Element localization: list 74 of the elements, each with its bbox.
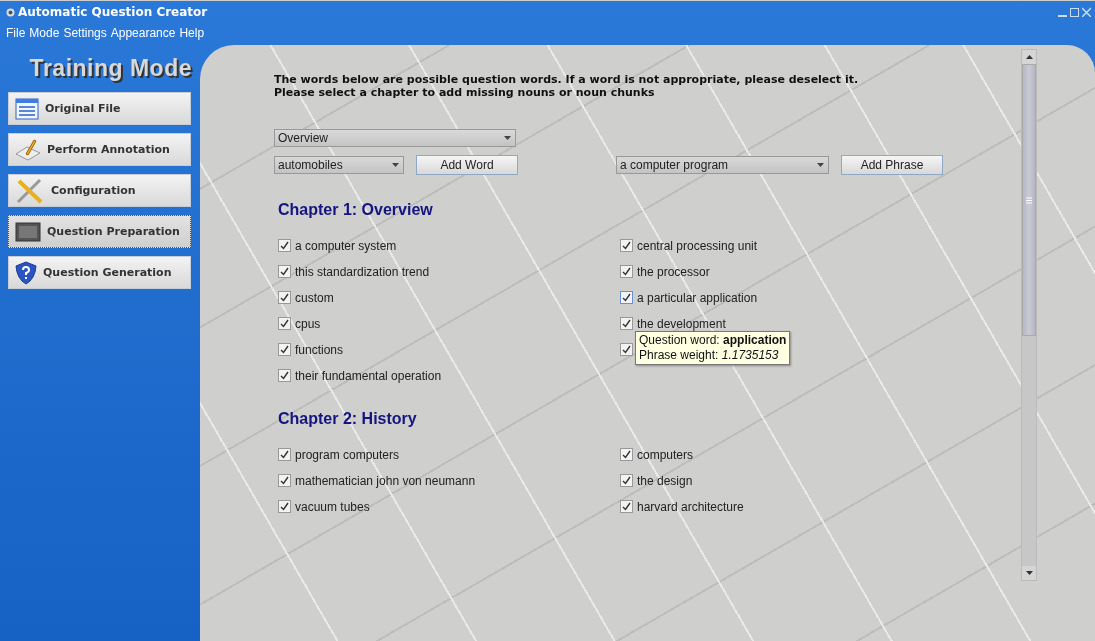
checkbox[interactable] (278, 265, 291, 278)
caret-icon (504, 136, 511, 140)
checkbox[interactable] (278, 239, 291, 252)
word-label: the processor (637, 264, 710, 279)
maximize-icon[interactable] (1070, 7, 1079, 17)
tooltip-line: Phrase weight: 1.1735153 (639, 348, 780, 363)
down-arrow-icon (1025, 571, 1033, 575)
checkbox[interactable] (620, 448, 633, 461)
pen-on-paper-icon (15, 137, 41, 162)
word-dropdown[interactable]: automobiles (274, 156, 404, 174)
word-label: harvard architecture (637, 499, 744, 514)
close-icon[interactable] (1082, 7, 1091, 17)
phrase-dropdown[interactable]: a computer program (616, 156, 829, 174)
monitor-icon (15, 221, 41, 242)
word-label: cpus (295, 316, 321, 331)
word-label: central processing unit (637, 238, 758, 253)
checkbox[interactable] (620, 474, 633, 487)
help-shield-icon (15, 260, 37, 285)
chapter-heading: Chapter 1: Overview (278, 201, 434, 219)
word-label: the development (637, 316, 726, 331)
word-label: this standardization trend (295, 264, 430, 279)
add-phrase-button[interactable]: Add Phrase (841, 155, 943, 175)
menu-item[interactable]: File (6, 26, 26, 40)
chapter-heading: Chapter 2: History (278, 410, 418, 428)
word-label: custom (295, 290, 334, 305)
checkbox[interactable] (278, 448, 291, 461)
word-label: program computers (295, 447, 400, 462)
word-label: a particular application (637, 290, 758, 305)
window-title: Automatic Question Creator (18, 5, 208, 19)
word-label: mathematician john von neumann (295, 473, 476, 488)
caret-icon (817, 163, 824, 167)
checkbox[interactable] (278, 291, 291, 304)
checkbox[interactable] (620, 500, 633, 513)
tools-icon (15, 177, 45, 204)
nav-button[interactable]: Perform Annotation (8, 133, 191, 166)
checkbox[interactable] (278, 343, 291, 356)
mode-title: Training Mode (28, 54, 193, 83)
nav-button[interactable]: Question Preparation (8, 215, 191, 248)
list-icon (15, 96, 39, 121)
word-label: the design (637, 473, 693, 488)
tooltip-line: Question word: application (639, 333, 787, 348)
checkbox[interactable] (278, 317, 291, 330)
instruction-text: The words below are possible question words. If a word is not appropriate, please deselect it. (274, 73, 860, 86)
scroll-down-button[interactable] (1022, 566, 1036, 580)
scrollbar[interactable] (1021, 49, 1037, 581)
word-label: functions (295, 342, 344, 357)
up-arrow-icon (1025, 55, 1033, 59)
checkbox[interactable] (278, 369, 291, 382)
checkbox[interactable] (620, 239, 633, 252)
grip-icon (1026, 196, 1032, 204)
checkbox[interactable] (620, 265, 633, 278)
add-word-button[interactable]: Add Word (416, 155, 518, 175)
nav-button[interactable]: Configuration (8, 174, 191, 207)
nav-button[interactable]: Original File (8, 92, 191, 125)
scroll-thumb[interactable] (1022, 64, 1036, 336)
checkbox[interactable] (620, 317, 633, 330)
chapter-dropdown[interactable]: Overview (274, 129, 516, 147)
checkbox[interactable] (620, 343, 633, 356)
nav-button[interactable]: Question Generation (8, 256, 191, 289)
word-label: their fundamental operation (295, 368, 442, 383)
scroll-up-button[interactable] (1022, 50, 1036, 64)
menu-item[interactable]: Settings (63, 26, 107, 40)
app-icon (6, 7, 15, 17)
word-label: a computer system (295, 238, 397, 253)
checkbox[interactable] (620, 291, 633, 304)
menu-item[interactable]: Appearance (110, 26, 176, 40)
checkbox[interactable] (278, 474, 291, 487)
instruction-text: Please select a chapter to add missing nouns or noun chunks (274, 86, 656, 99)
word-label: vacuum tubes (295, 499, 370, 514)
caret-icon (392, 163, 399, 167)
menu-item[interactable]: Mode (29, 26, 60, 40)
menu-item[interactable]: Help (179, 26, 205, 40)
word-label: computers (637, 447, 694, 462)
checkbox[interactable] (278, 500, 291, 513)
